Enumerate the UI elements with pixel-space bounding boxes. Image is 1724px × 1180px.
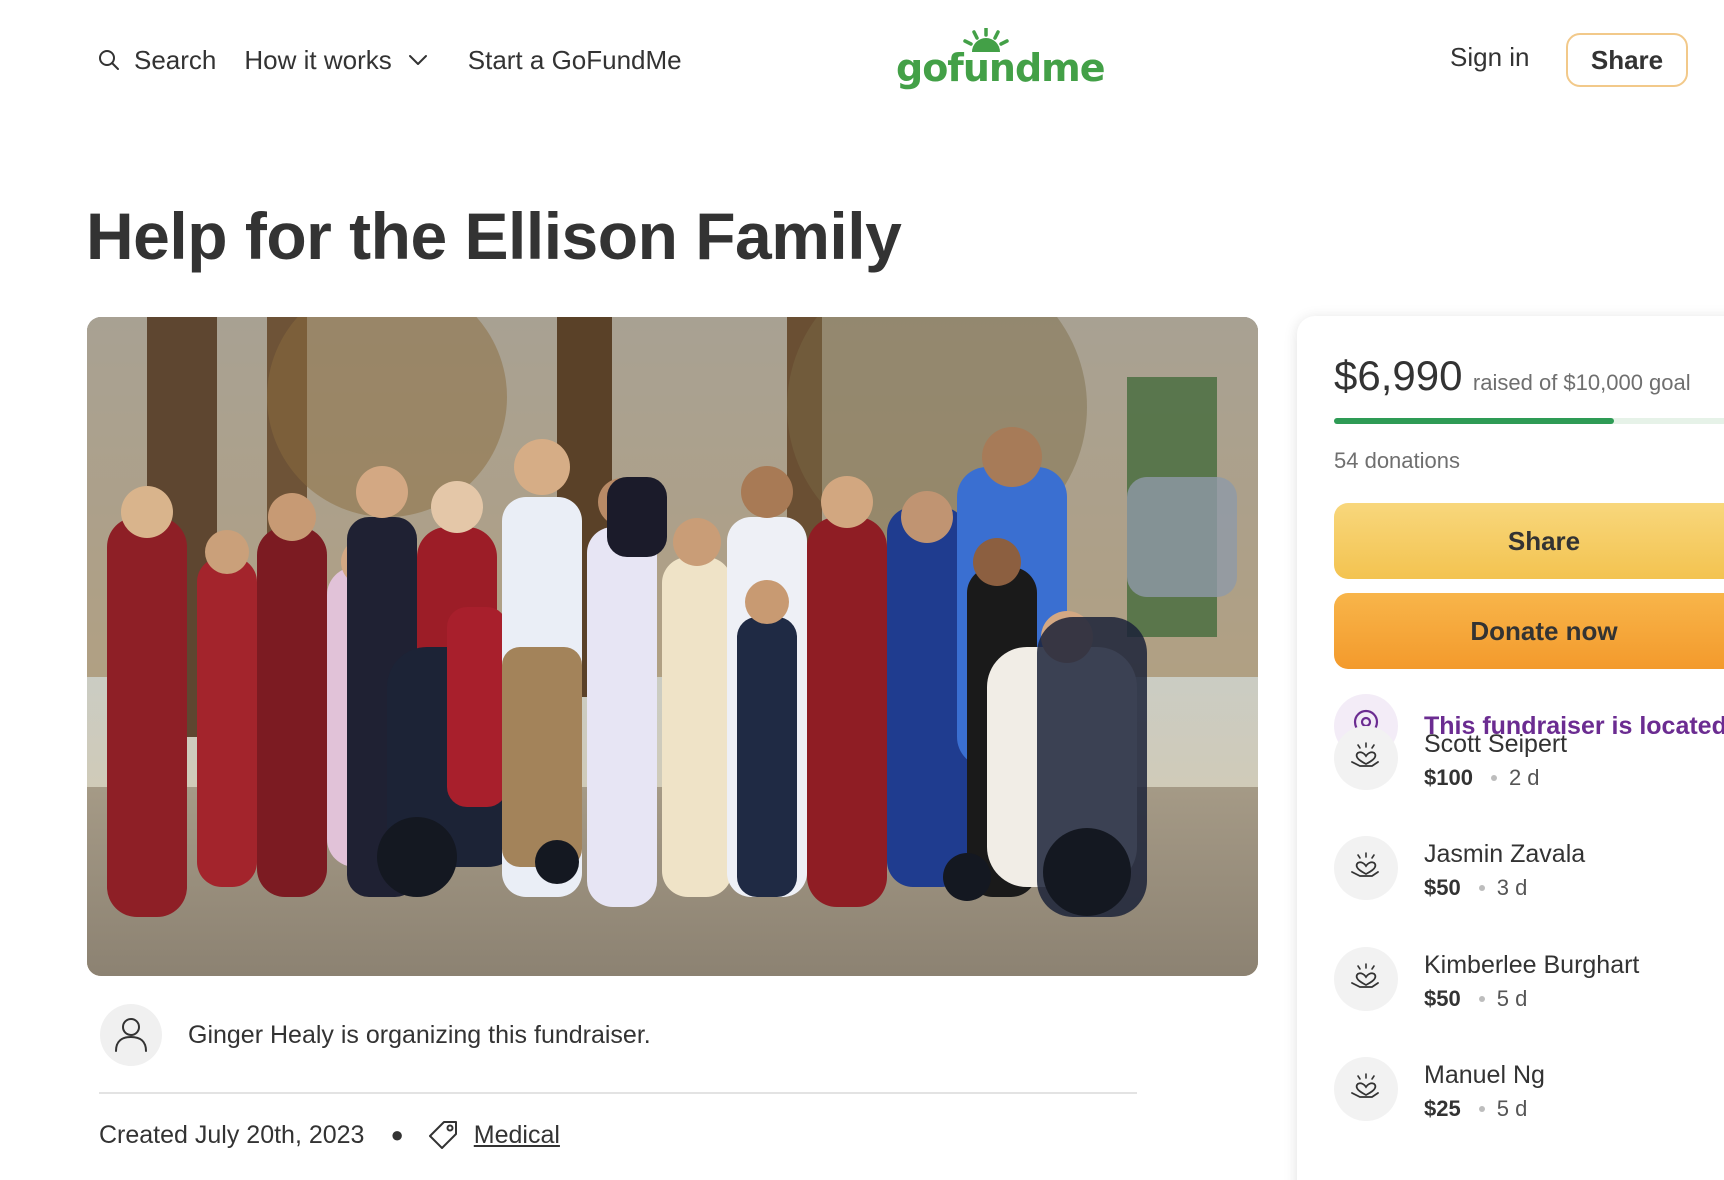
donor-separator	[1478, 1106, 1485, 1112]
search-icon	[98, 49, 120, 71]
donor-time: 2 d	[1508, 765, 1540, 790]
search-label: Search	[134, 44, 217, 75]
donor-item: Kimberlee Burghart $50 5 d	[1334, 947, 1639, 1012]
share-button[interactable]: Share	[1334, 503, 1724, 579]
divider	[99, 1092, 1137, 1094]
donor-separator	[1478, 885, 1485, 891]
gofundme-logo[interactable]: gofundme	[896, 28, 1106, 94]
campaign-photo[interactable]	[87, 317, 1258, 976]
header-share-button[interactable]: Share	[1566, 33, 1688, 87]
search-link[interactable]: Search	[98, 45, 216, 76]
donor-item: Manuel Ng $25 5 d	[1334, 1057, 1545, 1122]
raised-summary: $6,990 raised of $10,000 goal	[1334, 352, 1691, 400]
how-it-works-menu[interactable]: How it works	[244, 45, 427, 76]
tag-icon	[426, 1118, 460, 1152]
how-it-works-label: How it works	[244, 44, 392, 75]
family-photo-image	[87, 317, 1258, 976]
donor-name: Kimberlee Burghart	[1424, 951, 1640, 979]
donor-name: Jasmin Zavala	[1424, 840, 1586, 868]
start-gofundme-link[interactable]: Start a GoFundMe	[468, 45, 682, 76]
nav-left: Search How it works Start a GoFundMe	[98, 36, 682, 84]
meta-separator: ●	[390, 1122, 404, 1147]
donor-time: 5 d	[1496, 986, 1528, 1011]
site-header: Search How it works Start a GoFundMe gof…	[0, 0, 1724, 120]
donor-time: 3 d	[1496, 875, 1528, 900]
chevron-down-icon	[408, 54, 428, 66]
donor-amount: $100	[1424, 765, 1473, 790]
donor-amount: $50	[1424, 986, 1461, 1011]
created-date: Created July 20th, 2023	[99, 1120, 365, 1149]
organizer-row: Ginger Healy is organizing this fundrais…	[100, 1004, 651, 1066]
donor-time: 5 d	[1496, 1096, 1528, 1121]
avatar	[100, 1004, 162, 1066]
page-title: Help for the Ellison Family	[86, 199, 902, 273]
donor-amount: $50	[1424, 875, 1461, 900]
heart-hands-icon	[1334, 947, 1398, 1011]
heart-hands-icon	[1334, 1057, 1398, 1121]
donor-amount: $25	[1424, 1096, 1461, 1121]
campaign-meta: Created July 20th, 2023 ● Medical	[99, 1118, 560, 1152]
start-gofundme-label: Start a GoFundMe	[467, 44, 682, 75]
raised-goal-text: raised of $10,000 goal	[1472, 370, 1691, 395]
category-link[interactable]: Medical	[474, 1121, 560, 1150]
progress-fill	[1334, 418, 1614, 424]
donor-name: Manuel Ng	[1424, 1061, 1545, 1089]
heart-hands-icon	[1334, 726, 1398, 790]
donation-card: $6,990 raised of $10,000 goal 54 donatio…	[1297, 316, 1724, 1180]
donor-item: Scott Seipert $100 2 d	[1334, 726, 1567, 791]
organizer-text: Ginger Healy is organizing this fundrais…	[188, 1020, 651, 1049]
logo-text: gofundme	[896, 46, 1106, 90]
donor-separator	[1490, 775, 1497, 781]
sign-in-link[interactable]: Sign in	[1450, 42, 1530, 73]
progress-bar	[1334, 418, 1724, 424]
donor-separator	[1478, 996, 1485, 1002]
donor-name: Scott Seipert	[1424, 730, 1568, 758]
raised-amount: $6,990	[1334, 352, 1463, 399]
donor-item: Jasmin Zavala $50 3 d	[1334, 836, 1585, 901]
user-icon	[115, 1018, 147, 1052]
donations-count[interactable]: 54 donations	[1334, 448, 1460, 474]
heart-hands-icon	[1334, 836, 1398, 900]
donate-now-button[interactable]: Donate now	[1334, 593, 1724, 669]
